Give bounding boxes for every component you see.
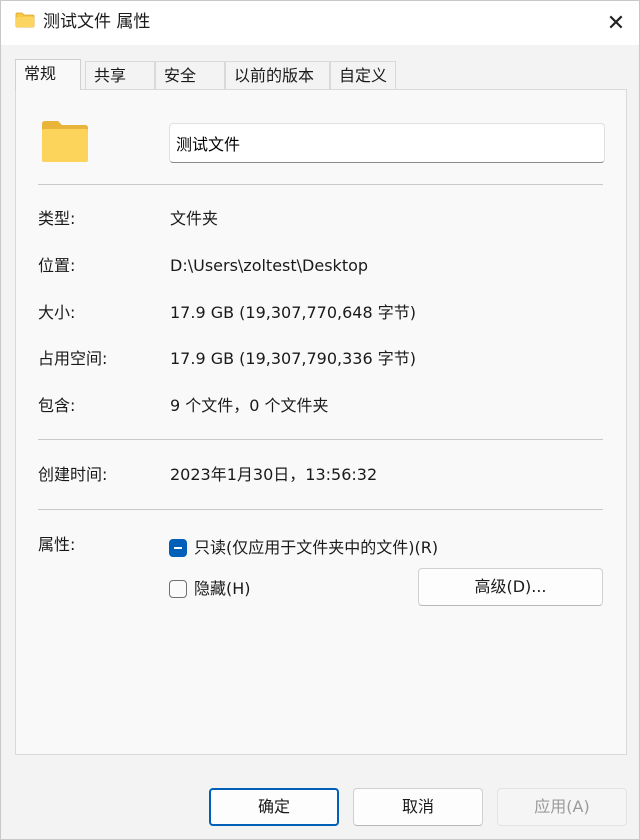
divider [38, 509, 603, 510]
folder-icon [15, 12, 35, 28]
general-tab-panel: 类型: 文件夹 位置: D:\Users\zoltest\Desktop 大小:… [15, 89, 627, 755]
close-button[interactable]: ✕ [593, 1, 639, 45]
tab-security[interactable]: 安全 [155, 61, 225, 89]
size-value: 17.9 GB (19,307,770,648 字节) [170, 303, 416, 322]
hidden-checkbox[interactable] [169, 580, 187, 598]
size-on-disk-value: 17.9 GB (19,307,790,336 字节) [170, 349, 416, 368]
hidden-label[interactable]: 隐藏(H) [194, 578, 251, 600]
properties-dialog: 测试文件 属性 ✕ 常规 共享 安全 以前的版本 自定义 类型: 文件夹 位置:… [0, 0, 640, 840]
divider [38, 439, 603, 440]
created-value: 2023年1月30日，13:56:32 [170, 465, 378, 484]
advanced-button[interactable]: 高级(D)... [418, 568, 603, 606]
readonly-checkbox[interactable] [169, 539, 187, 557]
cancel-button[interactable]: 取消 [353, 788, 483, 826]
ok-button[interactable]: 确定 [209, 788, 339, 826]
location-value: D:\Users\zoltest\Desktop [170, 256, 369, 275]
size-label: 大小: [38, 303, 76, 322]
contains-label: 包含: [38, 396, 76, 415]
apply-button[interactable]: 应用(A) [497, 788, 627, 826]
folder-name-input[interactable] [169, 123, 605, 163]
tab-sharing[interactable]: 共享 [85, 61, 155, 89]
window-title: 测试文件 属性 [43, 12, 151, 32]
tab-customize[interactable]: 自定义 [330, 61, 396, 89]
attributes-label: 属性: [38, 535, 76, 554]
close-icon: ✕ [606, 10, 626, 36]
created-label: 创建时间: [38, 465, 108, 484]
title-bar: 测试文件 属性 ✕ [1, 1, 639, 45]
type-value: 文件夹 [170, 209, 219, 228]
folder-icon [42, 121, 88, 162]
divider [38, 184, 603, 185]
readonly-label[interactable]: 只读(仅应用于文件夹中的文件)(R) [194, 537, 438, 559]
size-on-disk-label: 占用空间: [38, 349, 108, 368]
location-label: 位置: [38, 256, 76, 275]
tab-previous-versions[interactable]: 以前的版本 [225, 61, 330, 89]
tab-general[interactable]: 常规 [15, 59, 81, 90]
type-label: 类型: [38, 209, 76, 228]
contains-value: 9 个文件，0 个文件夹 [170, 396, 329, 415]
